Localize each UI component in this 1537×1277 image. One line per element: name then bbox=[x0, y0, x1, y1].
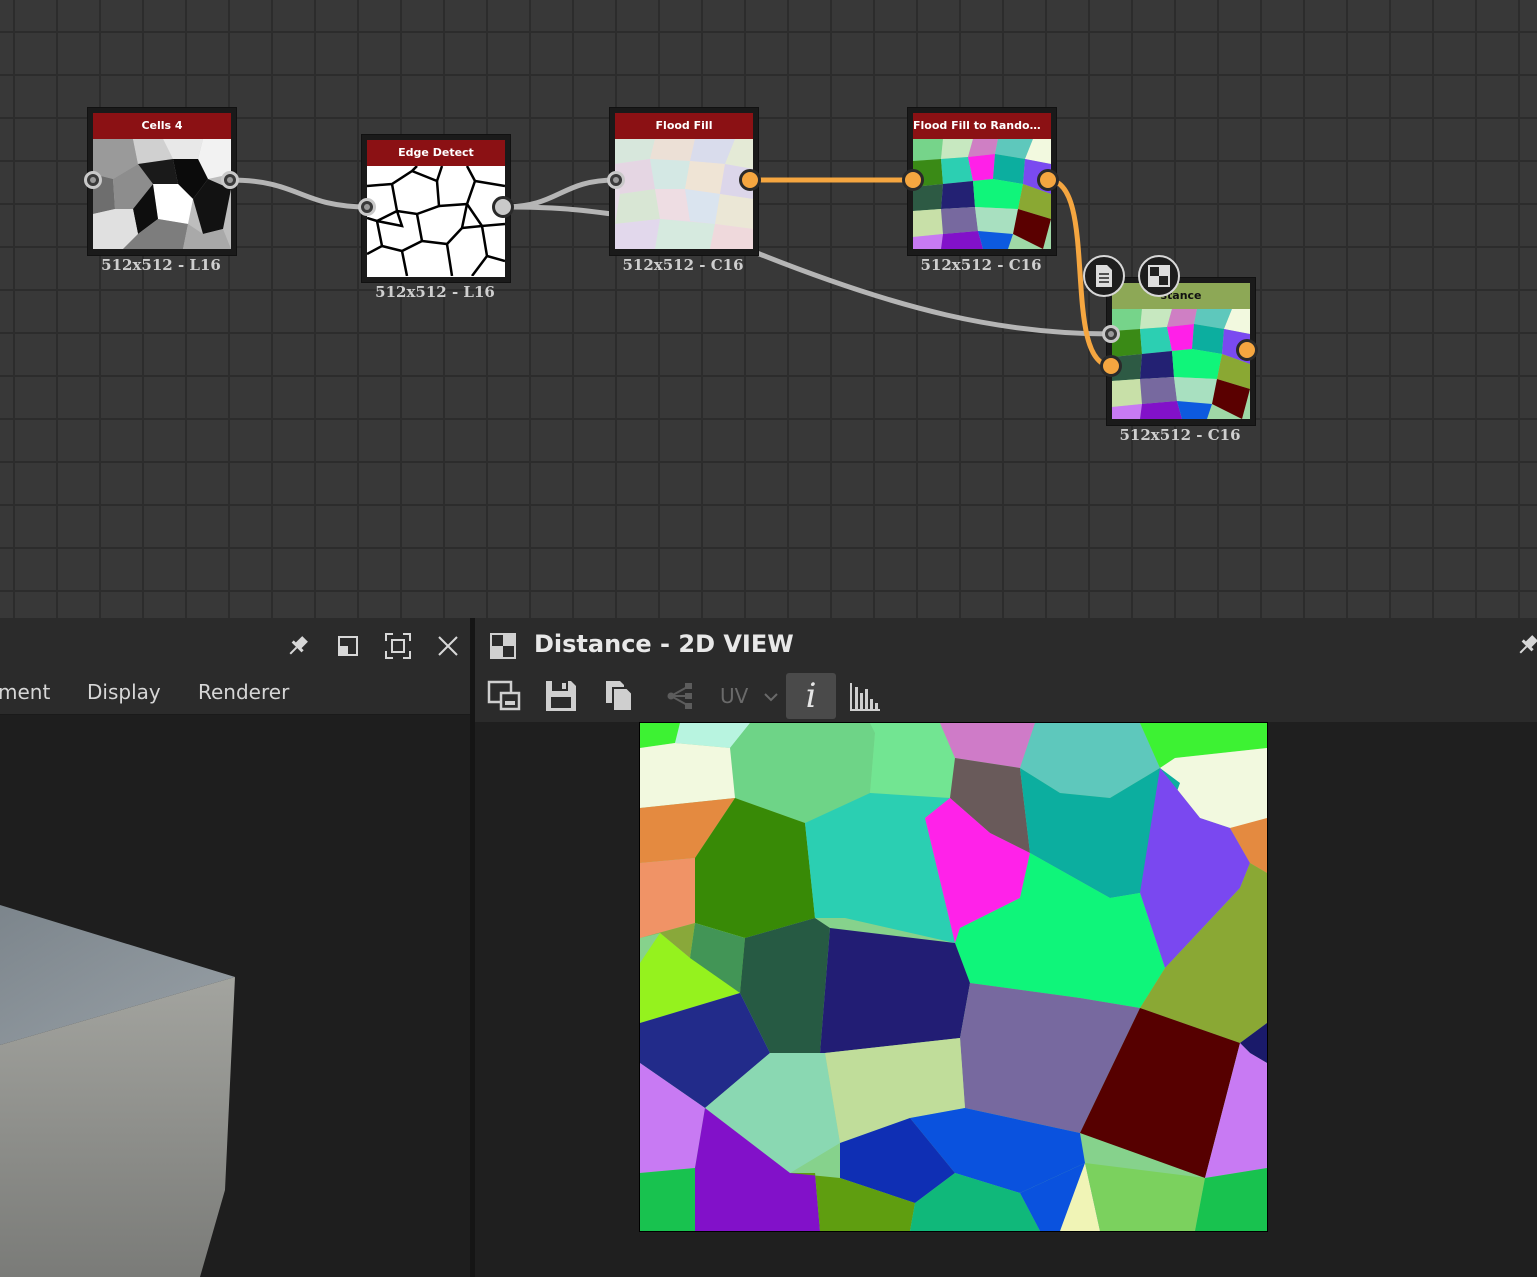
node-flood-fill[interactable]: Flood Fill bbox=[609, 107, 759, 256]
input-port[interactable] bbox=[1100, 355, 1122, 377]
output-port[interactable] bbox=[492, 196, 514, 218]
maximize-icon[interactable] bbox=[384, 632, 412, 660]
distance-texture-preview[interactable] bbox=[639, 722, 1268, 1232]
save-icon[interactable] bbox=[541, 676, 581, 716]
panel-header bbox=[0, 618, 470, 670]
menu-display[interactable]: Display bbox=[87, 680, 161, 704]
node-doc-icon[interactable] bbox=[1083, 255, 1125, 297]
node-2d-view-icon[interactable] bbox=[1138, 255, 1180, 297]
node-label: 512x512 - C16 bbox=[622, 256, 744, 274]
node-edge-detect[interactable]: Edge Detect bbox=[361, 134, 511, 283]
output-port[interactable] bbox=[1236, 339, 1258, 361]
node-thumbnail bbox=[93, 139, 231, 250]
node-title: Edge Detect bbox=[367, 140, 505, 166]
wire-edge-to-distance bbox=[502, 204, 613, 217]
node-label: 512x512 - L16 bbox=[375, 283, 495, 301]
menu-renderer[interactable]: Renderer bbox=[198, 680, 289, 704]
graph-icon[interactable] bbox=[660, 676, 700, 716]
node-label: 512x512 - L16 bbox=[101, 256, 221, 274]
input-port[interactable] bbox=[902, 169, 924, 191]
close-icon[interactable] bbox=[434, 632, 462, 660]
node-thumbnail bbox=[913, 139, 1051, 250]
menu-bar: ment Display Renderer bbox=[0, 670, 470, 715]
info-icon: i bbox=[805, 676, 817, 716]
copy-icon[interactable] bbox=[599, 676, 639, 716]
input-port[interactable] bbox=[84, 171, 102, 189]
pin-icon[interactable] bbox=[1515, 632, 1537, 663]
pin-icon[interactable] bbox=[284, 632, 312, 660]
node-title: Flood Fill to Random C... bbox=[913, 113, 1051, 139]
node-label: 512x512 - C16 bbox=[920, 256, 1042, 274]
restore-icon[interactable] bbox=[334, 632, 362, 660]
panel-title: Distance - 2D VIEW bbox=[534, 630, 794, 658]
export-image-icon[interactable] bbox=[484, 676, 524, 716]
chevron-down-icon[interactable] bbox=[764, 690, 778, 708]
node-graph[interactable]: Cells 4 512x512 - L16 Edge Detect 512x51… bbox=[0, 0, 1537, 618]
input-port[interactable] bbox=[1102, 325, 1120, 343]
node-title: Cells 4 bbox=[93, 113, 231, 139]
uv-dropdown[interactable]: UV bbox=[720, 684, 748, 708]
menu-environment[interactable]: ment bbox=[0, 680, 50, 704]
node-label: 512x512 - C16 bbox=[1119, 426, 1241, 444]
node-thumbnail bbox=[367, 166, 505, 277]
3d-viewport[interactable] bbox=[0, 715, 470, 1277]
2d-view-toolbar: UV i bbox=[475, 670, 1537, 722]
node-title: stance bbox=[1112, 283, 1250, 309]
2d-view-panel: Distance - 2D VIEW UV i bbox=[475, 618, 1537, 1277]
node-thumbnail bbox=[615, 139, 753, 250]
3d-view-panel: ment Display Renderer bbox=[0, 618, 470, 1277]
wire-cells-to-edge bbox=[229, 177, 369, 210]
output-port[interactable] bbox=[1037, 169, 1059, 191]
output-port[interactable] bbox=[739, 169, 761, 191]
info-button[interactable]: i bbox=[786, 673, 836, 719]
node-distance[interactable]: stance bbox=[1106, 277, 1256, 426]
node-cells-4[interactable]: Cells 4 bbox=[87, 107, 237, 256]
node-flood-fill-random-color[interactable]: Flood Fill to Random C... bbox=[907, 107, 1057, 256]
node-thumbnail bbox=[1112, 309, 1250, 420]
graph-wires bbox=[229, 177, 1113, 369]
histogram-icon[interactable] bbox=[845, 676, 885, 716]
panel-header: Distance - 2D VIEW bbox=[475, 618, 1537, 670]
output-port[interactable] bbox=[221, 171, 239, 189]
wire-edge-to-flood bbox=[502, 177, 617, 210]
node-title: Flood Fill bbox=[615, 113, 753, 139]
input-port[interactable] bbox=[607, 171, 625, 189]
input-port[interactable] bbox=[358, 198, 376, 216]
2d-view-icon bbox=[489, 632, 517, 665]
